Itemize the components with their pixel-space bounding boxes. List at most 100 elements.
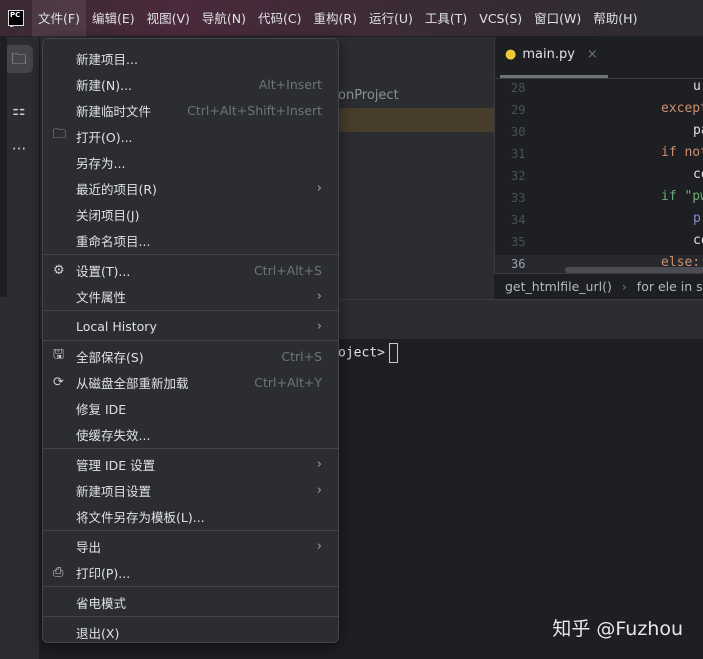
structure-icon[interactable]: ⚏ — [5, 96, 33, 124]
menu-0[interactable]: 文件(F) — [32, 0, 86, 37]
menu-separator — [43, 616, 338, 617]
menu-item[interactable]: 退出(X) — [43, 619, 338, 645]
menu-8[interactable]: VCS(S) — [473, 0, 528, 37]
menu-separator — [43, 310, 338, 311]
line-number: 35 — [511, 235, 526, 249]
code-line[interactable]: pa — [693, 123, 703, 138]
breadcrumb-item[interactable]: for ele in se — [637, 279, 703, 294]
menu-item-label: 新建项目设置 — [76, 483, 152, 499]
menu-10[interactable]: 帮助(H) — [587, 0, 643, 37]
pycharm-logo-icon: PC _ — [8, 10, 24, 27]
menu-separator — [43, 254, 338, 255]
chevron-right-icon: › — [316, 538, 322, 554]
menu-item-label: 另存为... — [76, 155, 126, 171]
code-line[interactable]: pr — [693, 211, 703, 226]
menu-item-label: 打开(O)... — [76, 129, 133, 145]
menu-item[interactable]: 新建临时文件 Ctrl+Alt+Shift+Insert — [43, 97, 338, 123]
menu-item[interactable]: 使缓存失效... — [43, 421, 338, 447]
menu-2[interactable]: 视图(V) — [141, 0, 196, 37]
line-number: 33 — [511, 191, 526, 205]
code-line[interactable]: if not — [661, 145, 703, 160]
chevron-right-icon: › — [621, 279, 627, 294]
menu-item[interactable]: 管理 IDE 设置 › — [43, 451, 338, 477]
menu-item-label: 新建临时文件 — [76, 103, 152, 119]
menu-separator — [43, 586, 338, 587]
menu-item[interactable]: 🖫 全部保存(S) Ctrl+S — [43, 343, 338, 369]
menu-item[interactable]: 新建项目... — [43, 45, 338, 71]
menu-item[interactable]: 另存为... — [43, 149, 338, 175]
menu-item[interactable]: 将文件另存为模板(L)... — [43, 503, 338, 529]
print-icon: ⎙ — [53, 564, 64, 580]
menu-item[interactable]: ⟳ 从磁盘全部重新加载 Ctrl+Alt+Y — [43, 369, 338, 395]
menu-7[interactable]: 工具(T) — [419, 0, 473, 37]
chevron-right-icon: › — [316, 482, 322, 498]
menu-4[interactable]: 代码(C) — [252, 0, 307, 37]
project-selected-row[interactable] — [338, 108, 494, 132]
folder-icon: 🗀 — [53, 127, 67, 142]
menu-item[interactable]: ⚙ 设置(T)... Ctrl+Alt+S — [43, 257, 338, 283]
editor: ● main.py × 28 ur 29 except 30 pa 31 if not 32 co… — [494, 37, 703, 299]
code-strip — [0, 37, 7, 297]
menu-separator — [43, 448, 338, 449]
menu-item-label: 打印(P)... — [76, 565, 131, 581]
menu-item[interactable]: Local History › — [43, 313, 338, 339]
menu-separator — [43, 530, 338, 531]
line-number: 34 — [511, 213, 526, 227]
more-icon[interactable]: ··· — [5, 135, 33, 163]
menu-item-label: 新建项目... — [76, 51, 138, 67]
line-number: 28 — [511, 81, 526, 95]
menu-3[interactable]: 导航(N) — [196, 0, 252, 37]
project-folder-icon[interactable]: 🗀 — [5, 45, 33, 73]
menu-item[interactable]: 关闭项目(J) — [43, 201, 338, 227]
menu-item[interactable]: 省电模式 — [43, 589, 338, 615]
menu-5[interactable]: 重构(R) — [308, 0, 363, 37]
menu-item[interactable]: ⎙ 打印(P)... — [43, 559, 338, 585]
python-file-icon: ● — [505, 47, 517, 62]
line-number: 30 — [511, 125, 526, 139]
code-line[interactable]: if "pw — [661, 189, 703, 204]
line-number: 29 — [511, 103, 526, 117]
menu-item[interactable]: 🗀 打开(O)... — [43, 123, 338, 149]
close-tab-icon[interactable]: × — [587, 47, 598, 62]
menu-item[interactable]: 重命名项目... — [43, 227, 338, 253]
terminal-prompt[interactable]: oject> — [338, 343, 398, 363]
menu-item-label: 导出 — [76, 539, 102, 555]
chevron-right-icon: › — [316, 318, 322, 334]
menu-bar: PC _ 文件(F) 编辑(E) 视图(V) 导航(N) 代码(C) 重构(R) 运行(U) 工… — [0, 0, 703, 37]
menu-item[interactable]: 文件属性 › — [43, 283, 338, 309]
menu-item-shortcut: Ctrl+S — [281, 348, 322, 364]
code-line[interactable]: co — [693, 233, 703, 248]
menu-item[interactable]: 修复 IDE — [43, 395, 338, 421]
menu-item[interactable]: 最近的项目(R) › — [43, 175, 338, 201]
breadcrumb: get_htmlfile_url() › for ele in se — [494, 273, 703, 299]
menu-6[interactable]: 运行(U) — [363, 0, 419, 37]
prompt-text: oject> — [338, 345, 385, 361]
watermark: 知乎 @Fuzhou — [552, 618, 683, 640]
menu-item[interactable]: 导出 › — [43, 533, 338, 559]
file-menu: 新建项目... 新建(N)... Alt+Insert 新建临时文件 Ctrl+Alt+… — [42, 38, 339, 643]
menu-item-label: 管理 IDE 设置 — [76, 457, 156, 473]
menu-item-label: 最近的项目(R) — [76, 181, 157, 197]
menu-item[interactable]: 新建(N)... Alt+Insert — [43, 71, 338, 97]
breadcrumb-item[interactable]: get_htmlfile_url() — [505, 279, 612, 294]
project-title: onProject — [338, 88, 399, 103]
chevron-right-icon: › — [316, 180, 322, 196]
code-line[interactable]: ur — [693, 79, 703, 94]
chevron-right-icon: › — [316, 288, 322, 304]
menu-item-label: 新建(N)... — [76, 77, 133, 93]
tab-main-py[interactable]: ● main.py × — [505, 47, 598, 62]
menu-9[interactable]: 窗口(W) — [528, 0, 587, 37]
menu-item[interactable]: 新建项目设置 › — [43, 477, 338, 503]
menu-item-label: 关闭项目(J) — [76, 207, 140, 223]
menu-1[interactable]: 编辑(E) — [86, 0, 141, 37]
menu-item-shortcut: Ctrl+Alt+Y — [254, 374, 322, 390]
reload-icon: ⟳ — [53, 374, 64, 390]
save-icon: 🖫 — [53, 347, 65, 362]
code-line[interactable]: co — [693, 167, 703, 182]
code-line[interactable]: except — [661, 101, 703, 116]
line-number: 31 — [511, 147, 526, 161]
menu-item-label: 从磁盘全部重新加载 — [76, 375, 189, 391]
menu-item-label: 修复 IDE — [76, 401, 127, 417]
gear-icon: ⚙ — [53, 262, 65, 278]
menu-item-label: 省电模式 — [76, 595, 127, 611]
